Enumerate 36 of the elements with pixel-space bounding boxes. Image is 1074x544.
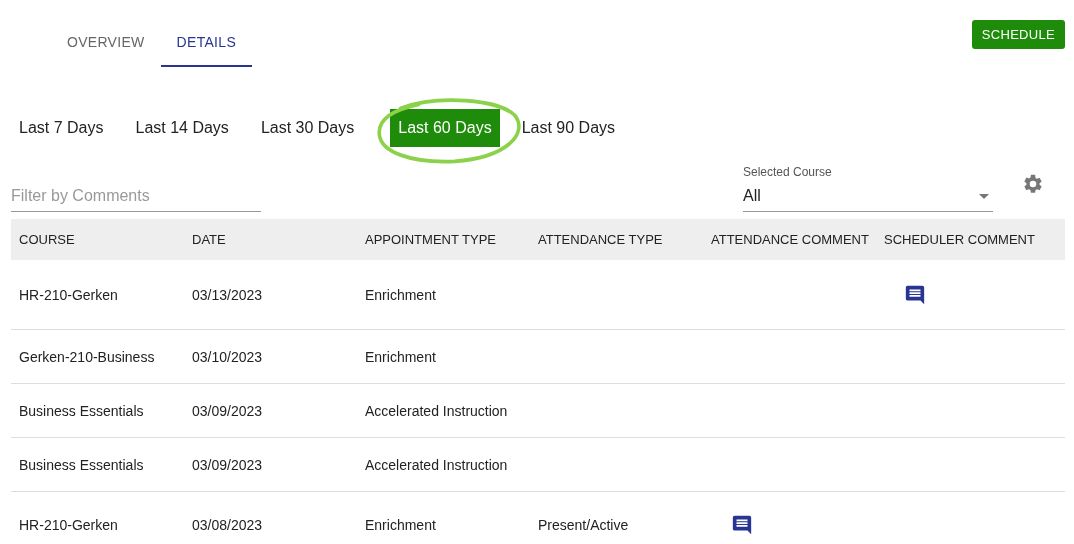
table-cell-text: 03/13/2023 [192, 286, 264, 303]
date-range-button[interactable]: Last 14 Days [127, 109, 237, 147]
filter-field[interactable]: Filter by Comments [11, 181, 261, 212]
table-cell-text: 03/08/2023 [192, 517, 264, 533]
date-range-button[interactable]: Last 90 Days [521, 109, 624, 147]
column-header: ATTENDANCE TYPE [538, 232, 664, 247]
table-cell-text: 03/10/2023 [192, 348, 264, 365]
table-cell-text: Enrichment [365, 517, 437, 533]
column-header: COURSE [19, 232, 76, 247]
settings-icon[interactable] [1022, 173, 1044, 195]
table-cell-text: Enrichment [365, 348, 437, 365]
table-cell: Present/Active [538, 517, 629, 533]
table-cell-text: HR-210-Gerken [19, 517, 119, 533]
date-range-button[interactable]: Last 30 Days [252, 109, 363, 147]
table-cell-text: Business Essentials [19, 402, 145, 419]
date-range-button[interactable]: Last 7 Days [11, 109, 112, 147]
caret-icon [979, 194, 989, 199]
column-header: ATTENDANCE COMMENT [711, 232, 870, 247]
date-range-button[interactable]: Last 60 Days [390, 109, 500, 147]
column-header: SCHEDULER COMMENT [884, 232, 1036, 247]
table-cell-text: 03/09/2023 [192, 402, 264, 419]
table-cell-text: HR-210-Gerken [19, 286, 119, 303]
comment-icon[interactable] [904, 283, 926, 306]
table-cell-text: 03/09/2023 [192, 456, 264, 473]
tab[interactable]: DETAILS [160, 21, 253, 67]
column-header: DATE [192, 232, 227, 247]
course-select[interactable]: Selected Course All [743, 165, 993, 212]
comment-icon[interactable] [731, 514, 753, 536]
column-header: APPOINTMENT TYPE [365, 232, 497, 247]
table-cell-text: Accelerated Instruction [365, 402, 509, 419]
table-cell-text: Business Essentials [19, 456, 145, 473]
table-cell-text: Gerken-210-Business [19, 348, 156, 365]
schedule-button[interactable]: SCHEDULE [971, 20, 1065, 49]
table-cell-text: Accelerated Instruction [365, 456, 509, 473]
table-cell-text: Enrichment [365, 286, 437, 303]
tab[interactable]: OVERVIEW [51, 21, 161, 67]
